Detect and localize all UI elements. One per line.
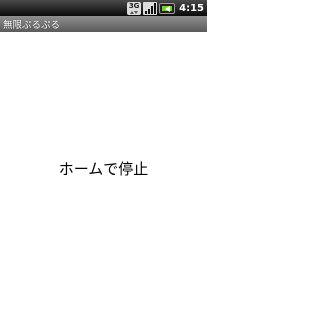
charging-bolt-icon bbox=[165, 5, 171, 12]
network-type-label: 3G bbox=[128, 1, 140, 10]
main-content[interactable]: ホームで停止 bbox=[0, 32, 207, 310]
app-title: 無限ぷるぷる bbox=[3, 20, 61, 31]
status-clock: 4:15 bbox=[179, 2, 204, 14]
status-bar: 3G 4:15 bbox=[0, 0, 207, 16]
data-down-arrow-icon bbox=[134, 10, 139, 14]
signal-strength-icon bbox=[143, 1, 158, 15]
app-title-bar: 無限ぷるぷる bbox=[0, 16, 207, 32]
battery-charging-icon bbox=[159, 2, 176, 14]
stop-at-home-label[interactable]: ホームで停止 bbox=[0, 158, 207, 179]
network-3g-icon: 3G bbox=[127, 1, 142, 15]
